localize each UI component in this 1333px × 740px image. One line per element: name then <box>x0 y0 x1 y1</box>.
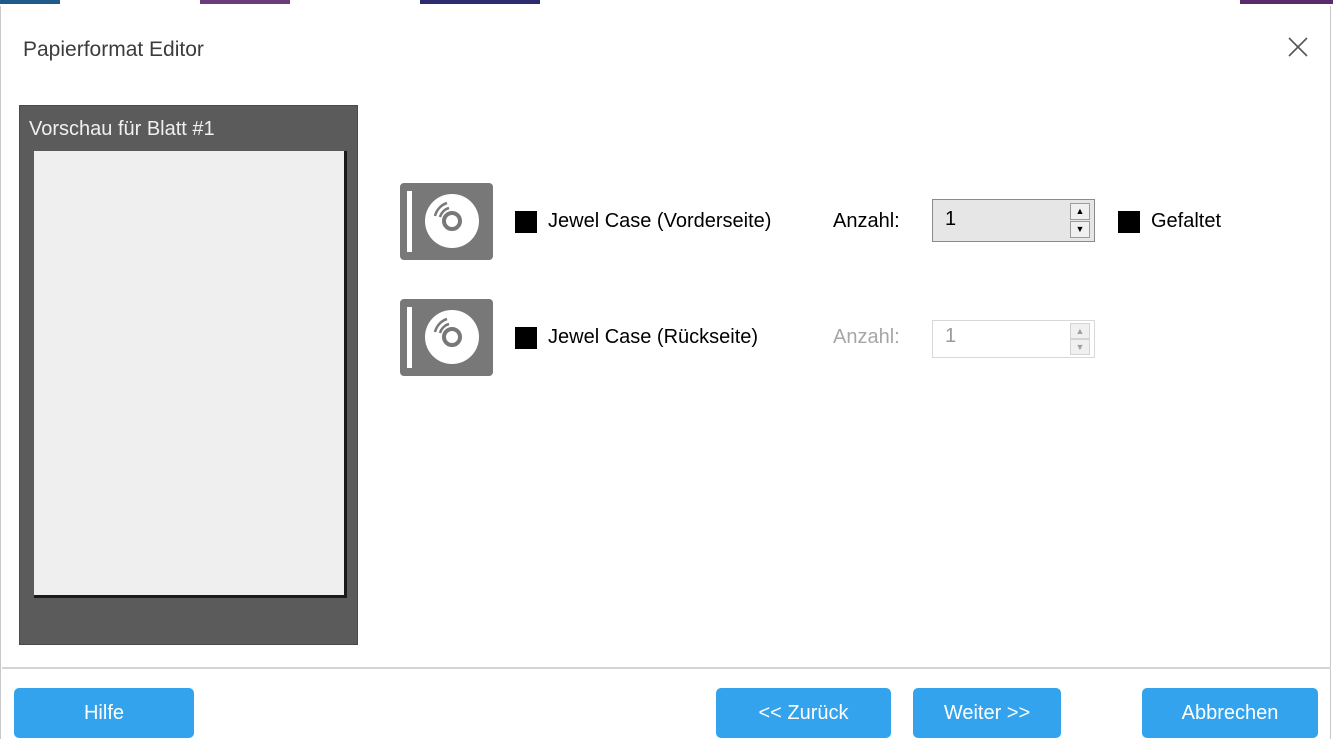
jewel-case-icon <box>400 299 493 376</box>
item-row-front: Jewel Case (Vorderseite) Anzahl: 1 ▲ ▼ G… <box>400 183 1280 261</box>
close-icon <box>1288 37 1308 57</box>
back-button[interactable]: << Zurück <box>716 688 891 738</box>
jewel-case-icon <box>400 183 493 260</box>
preview-sheet <box>34 151 347 598</box>
close-button[interactable] <box>1281 30 1315 64</box>
footer-separator <box>2 667 1331 669</box>
jewel-case-front-checkbox[interactable] <box>515 211 537 233</box>
gefaltet-label: Gefaltet <box>1151 210 1222 232</box>
spin-down-button[interactable]: ▼ <box>1070 339 1090 355</box>
dialog-window: Papierformat Editor Vorschau für Blatt #… <box>0 6 1331 739</box>
anzahl-spinner-front[interactable]: 1 ▲ ▼ <box>932 199 1095 242</box>
preview-label: Vorschau für Blatt #1 <box>29 118 215 140</box>
spinner-buttons: ▲ ▼ <box>1070 203 1090 238</box>
anzahl-value[interactable]: 1 <box>945 325 956 348</box>
spin-down-button[interactable]: ▼ <box>1070 221 1090 238</box>
anzahl-label: Anzahl: <box>833 326 900 348</box>
gefaltet-checkbox[interactable] <box>1118 211 1140 233</box>
window-title: Papierformat Editor <box>23 38 204 61</box>
jewel-case-front-label: Jewel Case (Vorderseite) <box>548 210 772 232</box>
next-button[interactable]: Weiter >> <box>913 688 1061 738</box>
anzahl-value[interactable]: 1 <box>945 208 956 231</box>
jewel-case-back-checkbox[interactable] <box>515 327 537 349</box>
spin-up-button[interactable]: ▲ <box>1070 323 1090 339</box>
item-row-back: Jewel Case (Rückseite) Anzahl: 1 ▲ ▼ <box>400 299 1280 377</box>
spinner-buttons: ▲ ▼ <box>1070 323 1090 355</box>
help-button[interactable]: Hilfe <box>14 688 194 738</box>
anzahl-spinner-back[interactable]: 1 ▲ ▼ <box>932 320 1095 358</box>
cancel-button[interactable]: Abbrechen <box>1142 688 1318 738</box>
anzahl-label: Anzahl: <box>833 210 900 232</box>
spin-up-button[interactable]: ▲ <box>1070 203 1090 220</box>
preview-panel: Vorschau für Blatt #1 <box>19 105 358 645</box>
jewel-case-back-label: Jewel Case (Rückseite) <box>548 326 759 348</box>
